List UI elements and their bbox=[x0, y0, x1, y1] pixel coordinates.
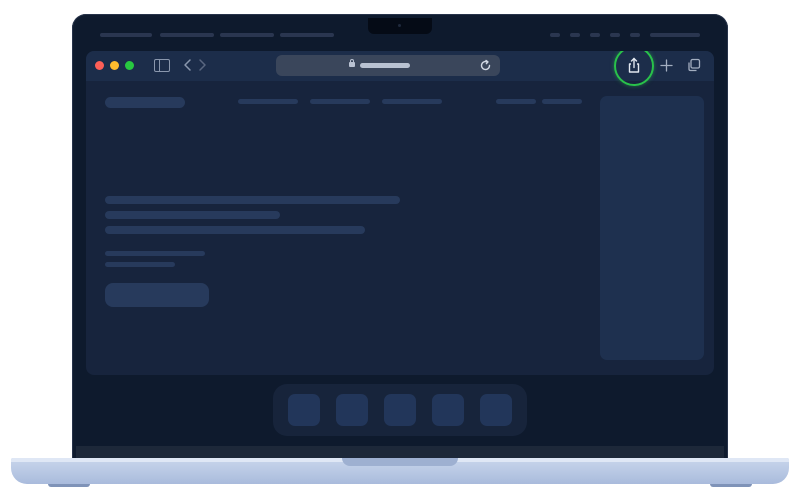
body-text-placeholder bbox=[105, 251, 205, 256]
dock-app-icon[interactable] bbox=[288, 394, 320, 426]
laptop-foot bbox=[48, 484, 90, 487]
dock-app-icon[interactable] bbox=[480, 394, 512, 426]
back-arrow-icon[interactable] bbox=[182, 58, 194, 72]
menu-bar-clock[interactable] bbox=[650, 33, 700, 37]
sidebar-icon[interactable] bbox=[154, 59, 170, 72]
nav-link-placeholder[interactable] bbox=[382, 99, 442, 104]
plus-icon[interactable] bbox=[660, 59, 673, 72]
minimize-window-button[interactable] bbox=[110, 61, 119, 70]
camera-icon bbox=[398, 24, 401, 27]
menu-bar-item[interactable] bbox=[100, 33, 152, 37]
laptop-base bbox=[11, 458, 789, 484]
menu-bar-item[interactable] bbox=[220, 33, 274, 37]
dock bbox=[273, 384, 527, 436]
menu-bar-status-item[interactable] bbox=[610, 33, 620, 37]
laptop-opening-notch bbox=[342, 458, 458, 466]
dock-app-icon[interactable] bbox=[336, 394, 368, 426]
reload-icon[interactable] bbox=[479, 59, 492, 72]
maximize-window-button[interactable] bbox=[125, 61, 134, 70]
forward-arrow-icon[interactable] bbox=[196, 58, 208, 72]
laptop bbox=[0, 0, 800, 500]
nav-link-placeholder[interactable] bbox=[542, 99, 582, 104]
cta-button-placeholder[interactable] bbox=[105, 283, 209, 307]
headline-placeholder bbox=[105, 211, 280, 219]
laptop-screen bbox=[72, 14, 728, 460]
menu-bar-status-item[interactable] bbox=[630, 33, 640, 37]
nav-link-placeholder[interactable] bbox=[310, 99, 370, 104]
site-logo-placeholder[interactable] bbox=[105, 97, 185, 108]
menu-bar-item[interactable] bbox=[160, 33, 214, 37]
headline-placeholder bbox=[105, 226, 365, 234]
nav-link-placeholder[interactable] bbox=[238, 99, 298, 104]
menu-bar-status-item[interactable] bbox=[590, 33, 600, 37]
dock-app-icon[interactable] bbox=[432, 394, 464, 426]
body-text-placeholder bbox=[105, 262, 175, 267]
dock-app-icon[interactable] bbox=[384, 394, 416, 426]
menu-bar-status-item[interactable] bbox=[550, 33, 560, 37]
side-panel-placeholder bbox=[600, 96, 704, 360]
menu-bar-status-item[interactable] bbox=[570, 33, 580, 37]
nav-link-placeholder[interactable] bbox=[496, 99, 536, 104]
headline-placeholder bbox=[105, 196, 400, 204]
desktop bbox=[76, 18, 724, 460]
laptop-foot bbox=[710, 484, 752, 487]
browser-window bbox=[86, 51, 714, 375]
camera-notch bbox=[368, 18, 432, 34]
share-icon[interactable] bbox=[623, 55, 645, 77]
close-window-button[interactable] bbox=[95, 61, 104, 70]
lock-icon bbox=[349, 59, 355, 67]
browser-toolbar bbox=[86, 51, 714, 86]
address-bar[interactable] bbox=[276, 55, 500, 76]
tabs-icon[interactable] bbox=[687, 58, 701, 72]
url-text bbox=[360, 63, 410, 68]
menu-bar-item[interactable] bbox=[280, 33, 334, 37]
